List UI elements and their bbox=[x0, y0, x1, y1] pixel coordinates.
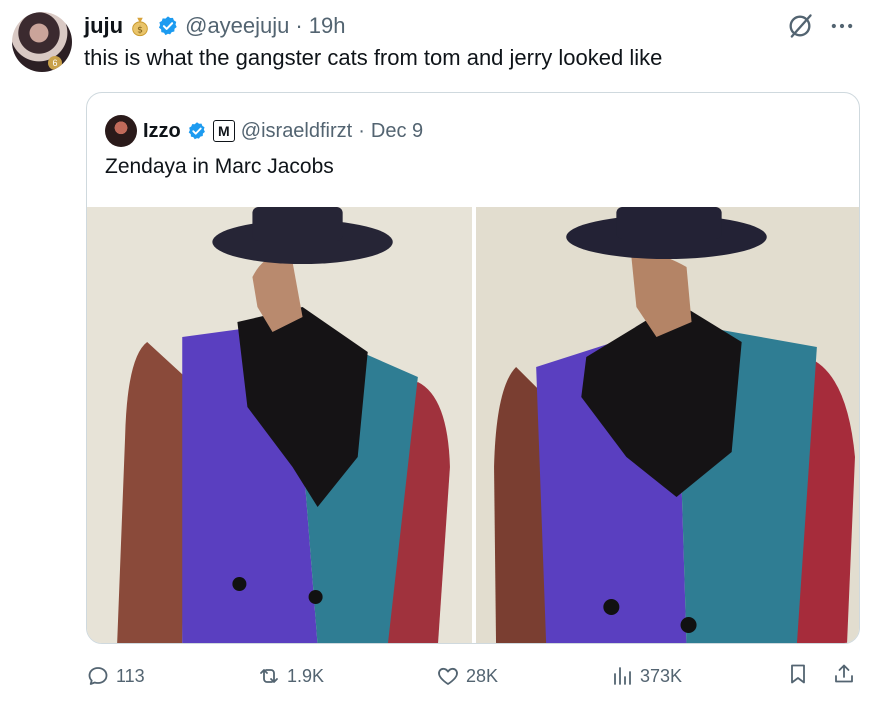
separator-dot: · bbox=[295, 13, 303, 38]
quoted-author-name: Izzo bbox=[143, 120, 181, 142]
quoted-tweet[interactable]: Izzo M @israeldfirzt · Dec 9 Zendaya in … bbox=[86, 92, 860, 644]
tweet-header: juju $ @ayeejuju · 19h bbox=[84, 12, 345, 40]
reply-count: 113 bbox=[116, 666, 145, 686]
tweet-time[interactable]: 19h bbox=[309, 12, 346, 40]
quoted-avatar bbox=[105, 115, 137, 147]
like-button[interactable]: 28K bbox=[436, 662, 498, 690]
author-avatar[interactable]: 6 bbox=[12, 12, 72, 72]
more-icon[interactable] bbox=[828, 12, 856, 40]
svg-text:$: $ bbox=[137, 24, 143, 35]
verified-icon bbox=[159, 16, 177, 36]
photo-figure-1 bbox=[87, 207, 472, 643]
quoted-author-handle: @israeldfirzt bbox=[240, 120, 353, 142]
photo-figure-2 bbox=[476, 207, 859, 643]
media-photo-2[interactable] bbox=[476, 207, 859, 643]
reply-icon bbox=[88, 667, 108, 685]
author-handle[interactable]: @ayeejuju bbox=[185, 12, 289, 40]
author-name[interactable]: juju bbox=[84, 12, 123, 40]
quoted-time: Dec 9 bbox=[370, 120, 424, 142]
like-icon bbox=[438, 667, 458, 685]
avatar-badge: 6 bbox=[48, 56, 62, 70]
action-bar: 113 1.9K 28K 373K bbox=[80, 662, 870, 692]
tweet-text: this is what the gangster cats from tom … bbox=[84, 45, 663, 70]
quoted-header: Izzo M @israeldfirzt · Dec 9 bbox=[105, 115, 423, 147]
separator-dot: · bbox=[358, 120, 365, 142]
share-button[interactable] bbox=[832, 662, 856, 686]
money-bag-icon: $ bbox=[132, 17, 148, 37]
tweet-top-icons bbox=[786, 12, 856, 40]
quoted-text: Zendaya in Marc Jacobs bbox=[105, 155, 334, 178]
repost-icon bbox=[260, 669, 278, 683]
verified-icon bbox=[188, 122, 205, 140]
media-photo-1[interactable] bbox=[87, 207, 472, 643]
share-icon bbox=[835, 664, 853, 683]
like-count: 28K bbox=[466, 666, 499, 686]
bookmark-icon bbox=[791, 664, 805, 684]
repost-count: 1.9K bbox=[287, 666, 325, 686]
views-button[interactable]: 373K bbox=[610, 662, 682, 690]
media-grid bbox=[87, 207, 859, 643]
repost-button[interactable]: 1.9K bbox=[257, 662, 324, 690]
views-count: 373K bbox=[640, 666, 683, 686]
affiliate-badge: M bbox=[212, 120, 235, 142]
grok-icon[interactable] bbox=[786, 12, 814, 40]
reply-button[interactable]: 113 bbox=[86, 662, 145, 690]
views-icon bbox=[614, 667, 631, 685]
bookmark-button[interactable] bbox=[786, 662, 810, 686]
